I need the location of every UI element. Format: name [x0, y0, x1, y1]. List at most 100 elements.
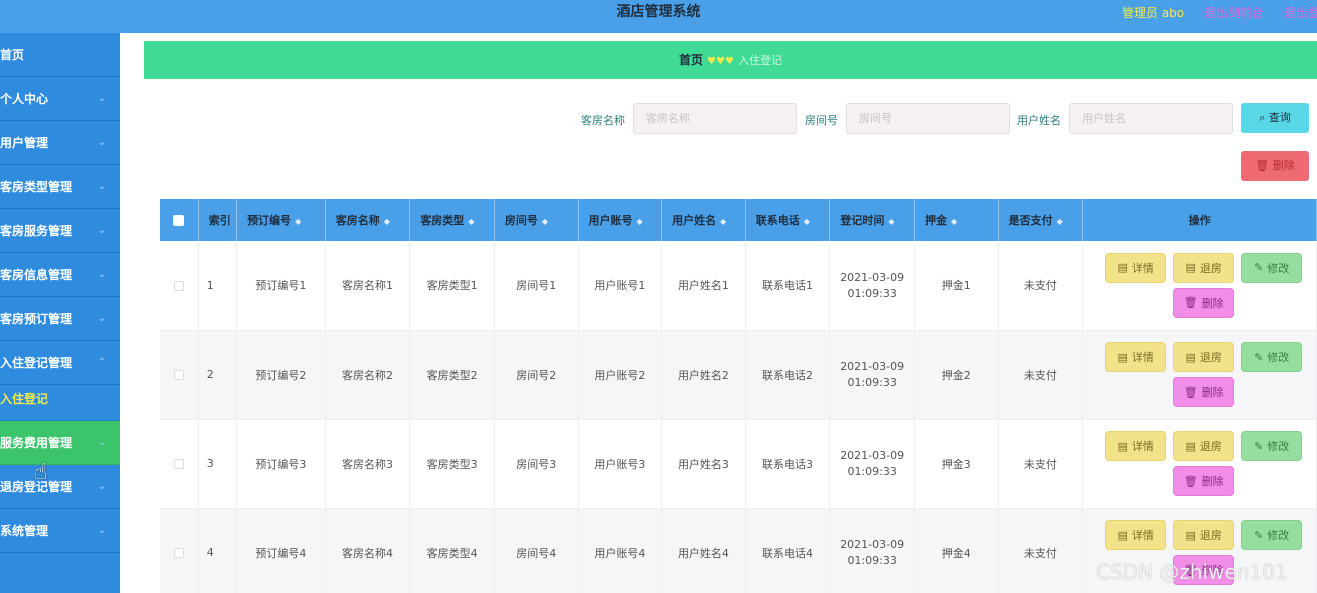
row-checkbox-cell[interactable] [160, 330, 199, 420]
edit-button[interactable]: ✎ 修改 [1241, 520, 1303, 550]
sidebar-item-user-management[interactable]: 用户管理 ⌄ [0, 121, 120, 165]
chevron-down-icon: ⌄ [97, 525, 106, 536]
edit-button[interactable]: ✎ 修改 [1241, 342, 1303, 372]
sidebar-item-label: 个人中心 [0, 92, 49, 106]
cell-room-type: 客房类型3 [409, 419, 495, 509]
col-room-name[interactable]: 客房名称 ◆ [325, 199, 411, 241]
detail-button[interactable]: ▤ 详情 [1105, 342, 1167, 372]
sidebar-item-room-service-management[interactable]: 客房服务管理 ⌄ [0, 209, 120, 253]
query-button[interactable]: ⌕ 查询 [1241, 103, 1309, 133]
cell-deposit: 押金4 [914, 508, 999, 593]
checkin-table: 索引 预订编号 ◆ 客房名称 ◆ 客房类型 ◆ 房间号 ◆ 用户账号 ◆ 用户姓名 ◆ 联系… [160, 199, 1317, 593]
select-all-checkbox[interactable] [173, 215, 185, 226]
sidebar-item-room-type-management[interactable]: 客房类型管理 ⌄ [0, 165, 120, 209]
sidebar-item-system-management[interactable]: 系统管理 ⌄ [0, 509, 120, 553]
row-checkbox[interactable] [173, 548, 184, 558]
sidebar-item-checkout-management[interactable]: 退房登记管理 ⌄ [0, 465, 120, 509]
checkout-button[interactable]: ▤ 退房 [1173, 342, 1235, 372]
delete-label: 删除 [1272, 159, 1295, 172]
room-name-input[interactable] [633, 103, 797, 134]
detail-button[interactable]: ▤ 详情 [1105, 431, 1167, 461]
edit-button[interactable]: ✎ 修改 [1241, 431, 1303, 461]
delete-button[interactable]: 🗑 删除 [1173, 287, 1235, 318]
trash-icon: 🗑 [1183, 296, 1198, 310]
sidebar-item-label: 入住登记管理 [0, 356, 73, 370]
col-paid[interactable]: 是否支付 ◆ [998, 199, 1084, 241]
col-phone[interactable]: 联系电话 ◆ [745, 199, 831, 241]
trash-icon: 🗑 [1255, 159, 1270, 172]
checkin-clock: 01:09:33 [847, 376, 897, 389]
checkout-button[interactable]: ▤ 退房 [1173, 520, 1235, 550]
sidebar-item-label: 客房预订管理 [0, 312, 73, 326]
room-name-label: 客房名称 [581, 114, 625, 127]
trash-icon: 🗑 [1183, 474, 1198, 488]
sidebar-item-personal-center[interactable]: 个人中心 ⌄ [0, 77, 120, 121]
admin-name[interactable]: 管理员 abo [1122, 4, 1184, 21]
table-row: 3 预订编号3 客房名称3 客房类型3 房间号3 用户账号3 用户姓名3 联系电话3 2021-… [160, 419, 1317, 509]
sort-icon: ◆ [541, 217, 549, 226]
pencil-icon: ✎ [1254, 439, 1264, 453]
table-row: 2 预订编号2 客房名称2 客房类型2 房间号2 用户账号2 用户姓名2 联系电话2 2021-… [160, 330, 1317, 420]
row-checkbox-cell[interactable] [160, 241, 199, 331]
row-checkbox[interactable] [173, 370, 184, 380]
row-checkbox[interactable] [173, 280, 184, 291]
detail-button[interactable]: ▤ 详情 [1105, 520, 1167, 550]
sidebar-item-home[interactable]: 首页 [0, 33, 120, 77]
col-room-type[interactable]: 客房类型 ◆ [409, 199, 495, 241]
cell-actions: ▤ 详情 ▤ 退房 ✎ 修改 🗑 删除 [1082, 330, 1317, 420]
sort-icon: ◆ [1056, 217, 1063, 226]
checkout-label: 退房 [1199, 351, 1222, 364]
checkout-button[interactable]: ▤ 退房 [1173, 431, 1235, 461]
sidebar-item-service-fee-management[interactable]: 服务费用管理 ⌄ [0, 421, 120, 465]
cell-actions: ▤ 详情 ▤ 退房 ✎ 修改 🗑 删除 [1082, 419, 1317, 509]
row-checkbox[interactable] [173, 459, 184, 469]
cell-room-name: 客房名称2 [325, 330, 411, 420]
delete-button[interactable]: 🗑 删除 [1173, 466, 1235, 496]
row-checkbox-cell[interactable] [160, 508, 199, 593]
hearts-icon: ♥♥♥ [707, 56, 734, 67]
document-icon: ▤ [1185, 350, 1196, 364]
sidebar-item-room-info-management[interactable]: 客房信息管理 ⌄ [0, 253, 120, 297]
edit-button[interactable]: ✎ 修改 [1241, 252, 1303, 283]
checkout-label: 退房 [1199, 529, 1222, 542]
sort-icon: ◆ [636, 217, 643, 226]
edit-label: 修改 [1267, 529, 1290, 542]
col-user-account[interactable]: 用户账号 ◆ [578, 199, 663, 241]
cell-room-type: 客房类型1 [409, 241, 495, 331]
exit-to-frontend-link[interactable]: 退出到前台 [1204, 4, 1264, 21]
detail-button[interactable]: ▤ 详情 [1105, 252, 1167, 283]
col-user-name[interactable]: 用户姓名 ◆ [661, 199, 746, 241]
edit-label: 修改 [1267, 261, 1290, 275]
chevron-up-icon: ⌃ [97, 357, 106, 368]
cell-room-name: 客房名称4 [325, 508, 411, 593]
sidebar-item-checkin-management[interactable]: 入住登记管理 ⌃ [0, 341, 120, 385]
cell-user-name: 用户姓名2 [661, 330, 746, 420]
edit-label: 修改 [1267, 351, 1290, 364]
logout-link[interactable]: 退出登 [1284, 4, 1317, 21]
cell-index: 4 [198, 508, 238, 593]
col-deposit[interactable]: 押金 ◆ [914, 199, 999, 241]
delete-button[interactable]: 🗑 删除 [1173, 377, 1235, 407]
checkout-button[interactable]: ▤ 退房 [1173, 252, 1235, 283]
cell-checkin-time: 2021-03-09 01:09:33 [829, 508, 915, 593]
room-no-input[interactable] [846, 103, 1010, 134]
sort-icon: ◆ [383, 217, 390, 226]
col-room-no[interactable]: 房间号 ◆ [494, 199, 579, 241]
breadcrumb-home[interactable]: 首页 [679, 53, 703, 67]
cell-deposit: 押金2 [914, 330, 999, 420]
cell-user-account: 用户账号3 [578, 419, 663, 509]
cell-booking-no: 预订编号2 [236, 330, 326, 420]
sidebar-subitem-checkin[interactable]: 入住登记 [0, 385, 120, 421]
select-all-checkbox-cell[interactable] [160, 199, 199, 241]
col-booking-no[interactable]: 预订编号 ◆ [236, 199, 326, 241]
delete-label: 删除 [1201, 296, 1224, 310]
cell-user-account: 用户账号2 [578, 330, 663, 420]
cell-checkin-time: 2021-03-09 01:09:33 [829, 241, 915, 331]
sort-icon: ◆ [803, 217, 810, 226]
row-checkbox-cell[interactable] [160, 419, 199, 509]
col-checkin-time[interactable]: 登记时间 ◆ [829, 199, 915, 241]
sidebar-item-room-booking-management[interactable]: 客房预订管理 ⌄ [0, 297, 120, 341]
cell-index: 2 [198, 330, 238, 420]
batch-delete-button[interactable]: 🗑 删除 [1241, 151, 1309, 181]
user-name-input[interactable] [1069, 103, 1233, 134]
